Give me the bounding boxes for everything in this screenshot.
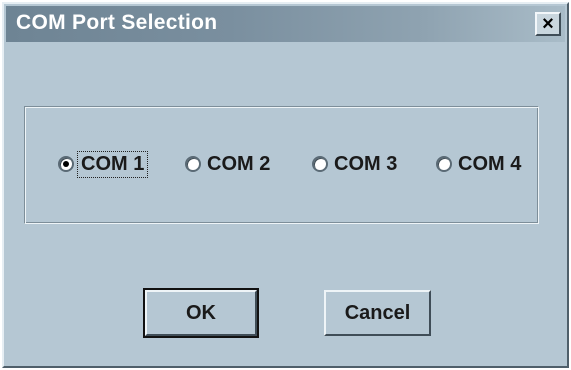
radio-label-com4[interactable]: COM 4: [455, 152, 524, 177]
port-radio-group: COM 1 COM 2 COM 3 COM 4: [34, 148, 544, 180]
radio-selected-dot: [63, 161, 69, 167]
radio-label-com3[interactable]: COM 3: [331, 152, 400, 177]
title-bar[interactable]: COM Port Selection ×: [6, 6, 565, 42]
radio-label-com2[interactable]: COM 2: [204, 152, 273, 177]
radio-com2[interactable]: COM 2: [185, 148, 273, 180]
close-button[interactable]: ×: [535, 12, 561, 36]
radio-button-icon[interactable]: [312, 156, 328, 172]
cancel-button[interactable]: Cancel: [324, 290, 431, 336]
ok-button[interactable]: OK: [143, 288, 259, 338]
radio-com1[interactable]: COM 1: [58, 148, 149, 180]
radio-button-icon[interactable]: [58, 156, 74, 172]
close-icon: ×: [542, 13, 554, 35]
radio-label-com1[interactable]: COM 1: [77, 150, 149, 178]
radio-com3[interactable]: COM 3: [312, 148, 400, 180]
radio-button-icon[interactable]: [436, 156, 452, 172]
radio-button-icon[interactable]: [185, 156, 201, 172]
radio-com4[interactable]: COM 4: [436, 148, 524, 180]
dialog-title: COM Port Selection: [16, 11, 218, 34]
